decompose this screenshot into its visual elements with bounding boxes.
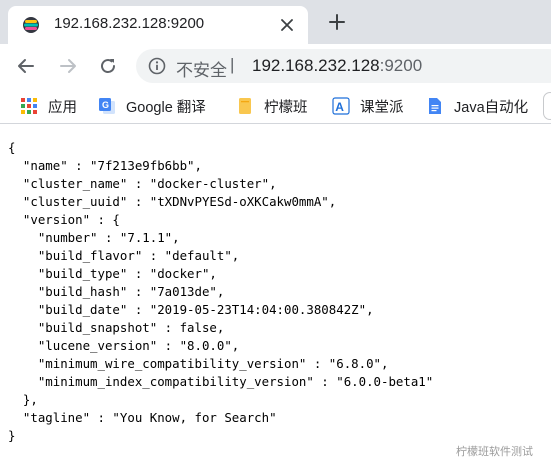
url-host: 192.168.232.128 — [252, 56, 380, 75]
bookmark-label: Java自动化 — [454, 99, 529, 116]
url-port: :9200 — [379, 56, 423, 75]
svg-text:G: G — [102, 100, 109, 110]
doc-icon — [429, 98, 441, 114]
google-translate-icon: G — [99, 98, 115, 114]
bookmark-apps[interactable]: 应用 — [20, 94, 77, 118]
bookmark-overflow-edge[interactable] — [543, 92, 551, 120]
reload-icon[interactable] — [94, 52, 122, 80]
bookmark-ningmengban[interactable]: 柠檬班 — [236, 94, 308, 118]
bookmark-java-automation[interactable]: Java自动化 — [426, 94, 528, 118]
bookmark-label: 柠檬班 — [264, 99, 308, 116]
tab-strip: 192.168.232.128:9200 — [0, 0, 551, 44]
info-icon[interactable] — [148, 57, 166, 75]
watermark: 柠檬班软件测试 — [456, 446, 533, 458]
bookmark-ketangpai[interactable]: A 课堂派 — [332, 94, 404, 118]
security-label[interactable]: 不安全 — [176, 56, 227, 81]
browser-toolbar: 不安全 | 192.168.232.128:9200 — [0, 44, 551, 88]
close-icon[interactable] — [276, 14, 298, 36]
omnibox-separator: | — [230, 55, 235, 74]
ketangpai-icon: A — [332, 97, 350, 115]
forward-arrow-icon[interactable] — [54, 52, 82, 80]
elastic-favicon-icon — [23, 17, 39, 33]
url-text[interactable]: 192.168.232.128:9200 — [252, 56, 422, 76]
tab-title: 192.168.232.128:9200 — [54, 15, 205, 32]
address-bar[interactable]: 不安全 | 192.168.232.128:9200 — [136, 49, 551, 83]
plus-icon[interactable] — [324, 9, 350, 35]
apps-grid-icon — [21, 98, 37, 114]
back-arrow-icon[interactable] — [12, 52, 40, 80]
svg-text:A: A — [335, 100, 344, 114]
bookmark-label: 课堂派 — [360, 99, 404, 116]
bookmarks-bar: 应用 G Google 翻译 柠檬班 A 课堂派 Java自动化 — [0, 88, 551, 124]
folder-icon — [239, 98, 251, 114]
json-response: { "name" : "7f213e9fb6bb", "cluster_name… — [8, 140, 434, 443]
bookmark-label: 应用 — [48, 99, 77, 116]
active-tab[interactable]: 192.168.232.128:9200 — [8, 6, 308, 44]
bookmark-google-translate[interactable]: G Google 翻译 — [98, 94, 206, 118]
bookmark-label: Google 翻译 — [126, 99, 206, 116]
page-content: { "name" : "7f213e9fb6bb", "cluster_name… — [0, 125, 551, 466]
